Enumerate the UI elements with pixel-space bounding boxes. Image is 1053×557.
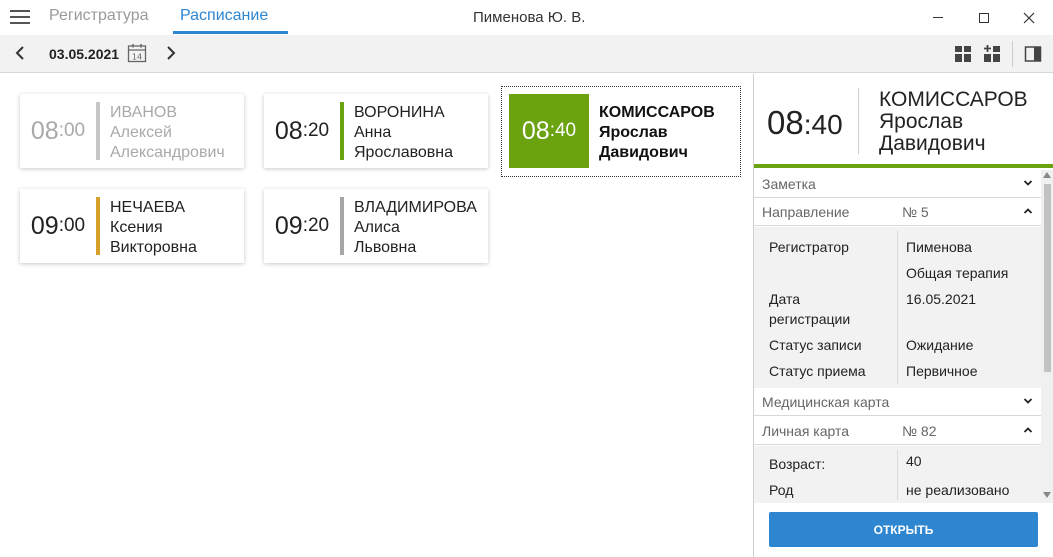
chevron-down-icon xyxy=(1023,398,1033,404)
tab-schedule[interactable]: Расписание xyxy=(180,7,268,25)
record-status-label: Статус записи xyxy=(769,337,862,353)
toggle-side-panel-icon[interactable] xyxy=(1023,44,1043,64)
maximize-icon xyxy=(979,12,989,23)
appointment-card-selected[interactable]: 08:40 КОМИССАРОВ Ярослав Давидович xyxy=(509,94,733,168)
status-bar xyxy=(96,102,100,160)
gender-label: Род xyxy=(769,482,794,498)
status-bar xyxy=(96,197,100,255)
patient-name: ВОРОНИНА Анна Ярославовна xyxy=(354,104,454,161)
appointment-time: 09:20 xyxy=(274,211,330,240)
current-date: 03.05.2021 xyxy=(49,46,120,62)
reg-date-label: Дата xyxy=(769,291,801,307)
appointment-card[interactable]: 09:20 ВЛАДИМИРОВА Алиса Львовна xyxy=(264,189,488,263)
minimize-icon xyxy=(933,17,943,18)
visit-status-label: Статус приема xyxy=(769,363,866,379)
maximize-button[interactable] xyxy=(962,0,1006,35)
section-personal-card-header[interactable]: Личная карта № 82 xyxy=(754,417,1041,445)
section-personal-card-body: Возраст: 40 Род не реализовано xyxy=(754,446,1041,503)
minimize-button[interactable] xyxy=(916,0,960,35)
column-divider xyxy=(897,231,898,384)
chevron-up-icon xyxy=(1023,208,1033,214)
appointment-card[interactable]: 08:00 ИВАНОВ Алексей Александрович xyxy=(20,94,244,168)
layout-grid-icon[interactable] xyxy=(953,44,973,64)
current-user-name: Пименова Ю. В. xyxy=(473,9,586,26)
appointment-time: 09:00 xyxy=(30,211,86,240)
scroll-thumb[interactable] xyxy=(1044,184,1051,372)
patient-name: ИВАНОВ Алексей Александрович xyxy=(110,104,225,161)
hamburger-menu-icon[interactable] xyxy=(10,10,30,24)
appointment-card[interactable]: 08:20 ВОРОНИНА Анна Ярославовна xyxy=(264,94,488,168)
section-referral-header[interactable]: Направление № 5 xyxy=(754,198,1041,226)
calendar-icon[interactable]: 14 xyxy=(127,43,147,63)
header-divider xyxy=(858,88,859,154)
age-value: 40 xyxy=(906,453,922,469)
prev-date-icon[interactable] xyxy=(12,44,30,62)
reg-date-label-2: регистрации xyxy=(769,311,851,327)
section-medical-card-header[interactable]: Медицинская карта xyxy=(754,388,1041,416)
status-bar xyxy=(340,102,344,160)
open-button[interactable]: ОТКРЫТЬ xyxy=(769,512,1038,547)
title-bar: Регистратура Расписание Пименова Ю. В. xyxy=(0,0,1053,35)
details-time: 08:40 xyxy=(767,104,843,141)
chevron-up-icon xyxy=(1023,427,1033,433)
next-date-icon[interactable] xyxy=(161,44,179,62)
details-patient-name: КОМИССАРОВ Ярослав Давидович xyxy=(879,88,1028,155)
details-scrollbar[interactable] xyxy=(1041,170,1053,503)
appointment-time: 08:00 xyxy=(30,116,86,145)
reg-date-value: 16.05.2021 xyxy=(906,291,977,307)
toolbar: 03.05.2021 14 xyxy=(0,35,1053,73)
active-tab-indicator xyxy=(173,31,288,34)
details-scroll-area: Заметка Направление № 5 Регистратор Пиме… xyxy=(754,170,1053,503)
toolbar-divider xyxy=(1012,41,1013,67)
appointment-details-panel: 08:40 КОМИССАРОВ Ярослав Давидович Замет… xyxy=(754,74,1053,557)
status-stripe xyxy=(754,164,1053,168)
scroll-down-icon[interactable] xyxy=(1043,492,1051,498)
department-value: Общая терапия xyxy=(906,265,1009,281)
tab-registry[interactable]: Регистратура xyxy=(49,7,149,25)
visit-status-value: Первичное xyxy=(906,363,978,379)
gender-value: не реализовано xyxy=(906,482,1010,498)
appointment-card[interactable]: 09:00 НЕЧАЕВА Ксения Викторовна xyxy=(20,189,244,263)
personal-card-number: № 82 xyxy=(902,423,937,439)
scroll-up-icon[interactable] xyxy=(1043,172,1051,178)
section-note-header[interactable]: Заметка xyxy=(754,170,1041,198)
schedule-grid: 08:00 ИВАНОВ Алексей Александрович 08:20… xyxy=(0,74,753,557)
record-status-value: Ожидание xyxy=(906,337,974,353)
patient-name: НЕЧАЕВА Ксения Викторовна xyxy=(110,199,197,256)
patient-name: КОМИССАРОВ Ярослав Давидович xyxy=(599,104,715,161)
section-referral-body: Регистратор Пименова Общая терапия Дата … xyxy=(754,227,1041,388)
patient-name: ВЛАДИМИРОВА Алиса Львовна xyxy=(354,199,477,256)
add-layout-icon[interactable] xyxy=(982,44,1002,64)
registrar-value: Пименова xyxy=(906,239,972,255)
status-bar xyxy=(340,197,344,255)
chevron-down-icon xyxy=(1023,180,1033,186)
registrar-label: Регистратор xyxy=(769,239,849,255)
column-divider xyxy=(897,450,898,500)
appointment-time: 08:20 xyxy=(274,116,330,145)
appointment-time: 08:40 xyxy=(509,94,589,168)
calendar-day-number: 14 xyxy=(132,53,142,62)
age-label: Возраст: xyxy=(769,456,826,472)
referral-number: № 5 xyxy=(902,204,929,220)
close-button[interactable] xyxy=(1007,0,1051,35)
close-icon xyxy=(1023,12,1035,23)
